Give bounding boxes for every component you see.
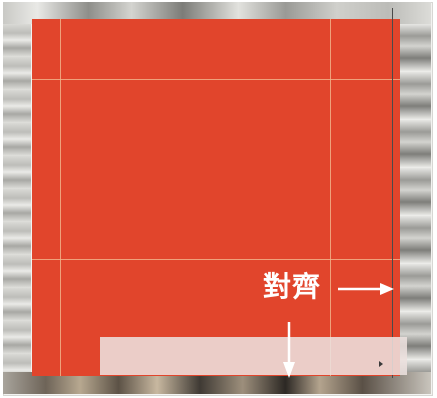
guide-vertical-1[interactable] (60, 19, 61, 376)
red-canvas-layer[interactable] (32, 19, 400, 376)
guide-vertical-2[interactable] (330, 19, 331, 376)
guide-horizontal-1[interactable] (32, 79, 400, 80)
snap-label: 對齊 (263, 270, 322, 303)
arrow-right-icon (338, 283, 394, 295)
guide-horizontal-2[interactable] (32, 259, 400, 260)
canvas-edge-line (392, 8, 393, 378)
background-photo-left (3, 24, 31, 379)
light-overlay-bar[interactable] (100, 337, 407, 375)
arrow-down-icon (283, 322, 295, 378)
cursor-icon (379, 361, 383, 367)
